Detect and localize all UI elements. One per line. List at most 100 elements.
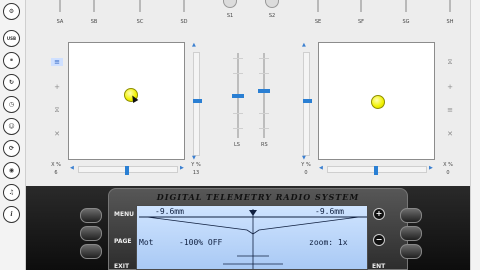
switch-lever xyxy=(139,0,141,12)
left-radio-button-1[interactable] xyxy=(80,208,102,223)
switch-lever xyxy=(360,0,362,12)
info-glyph: i xyxy=(10,211,13,218)
lcd-trim-right: -9.6mm xyxy=(315,207,344,216)
refresh-icon[interactable]: ⟳ xyxy=(3,140,20,157)
camera-glyph: ◉ xyxy=(8,167,15,174)
usb-icon[interactable]: USB xyxy=(3,30,20,47)
page-button[interactable]: PAGE xyxy=(114,238,132,245)
slider-tick xyxy=(233,58,243,59)
hold-stick-icon[interactable]: ⧖ xyxy=(51,106,63,115)
right-stick-mode-icon[interactable]: ≡ xyxy=(444,106,456,114)
center-stick-icon[interactable]: + xyxy=(51,83,63,91)
mixer-icon[interactable]: ⚭ xyxy=(3,52,20,69)
rs-slider-knob[interactable] xyxy=(258,89,270,94)
refresh-glyph: ⟳ xyxy=(8,145,15,152)
switch-se[interactable]: SE xyxy=(308,0,328,30)
right-vertical-trim-knob[interactable] xyxy=(303,99,312,103)
plus-button[interactable]: + xyxy=(373,208,385,220)
left-radio-button-2[interactable] xyxy=(80,226,102,241)
right-cross-stick-icon[interactable]: ✕ xyxy=(444,130,456,138)
switch-lever xyxy=(59,0,61,12)
left-horizontal-trim-knob[interactable] xyxy=(125,166,129,175)
settings-wheel-icon[interactable]: ⚙ xyxy=(3,3,20,20)
lcd-percent: -100% OFF xyxy=(179,238,223,247)
right-x-label: X % xyxy=(443,162,453,168)
ls-slider-knob[interactable] xyxy=(232,93,244,98)
switch-lever xyxy=(449,0,451,12)
right-radio-button-3[interactable] xyxy=(400,244,422,259)
rs-label: RS xyxy=(261,142,268,148)
left-x-label: X % xyxy=(51,162,61,168)
pot-s2-knob[interactable] xyxy=(265,0,279,8)
settings-wheel-glyph: ⚙ xyxy=(8,8,15,15)
rs-slider[interactable] xyxy=(258,53,270,138)
ls-slider[interactable] xyxy=(232,53,244,138)
left-toolbar: ⚙ USB ⚭ ↻ ◷ ☺ ⟳ ◉ ♫ i xyxy=(0,0,26,270)
slider-tick xyxy=(259,128,269,129)
right-stick-ball[interactable] xyxy=(370,94,385,109)
exit-button[interactable]: EXIT xyxy=(114,263,129,270)
switch-sb[interactable]: SB xyxy=(84,0,104,30)
right-trim-down-arrow[interactable]: ▼ xyxy=(302,155,306,161)
right-center-stick-icon[interactable]: + xyxy=(444,83,456,91)
slider-tick xyxy=(259,113,269,114)
right-edge-panel xyxy=(470,0,480,270)
lcd-mot: Mot xyxy=(139,238,154,247)
right-y-label: Y % xyxy=(301,162,311,168)
left-vertical-trim-knob[interactable] xyxy=(193,99,202,103)
slider-tick xyxy=(233,73,243,74)
slider-tick xyxy=(259,58,269,59)
right-radio-button-1[interactable] xyxy=(400,208,422,223)
right-stick-pad[interactable] xyxy=(318,42,435,160)
lcd-trim-left: -9.6mm xyxy=(155,207,184,216)
right-radio-button-2[interactable] xyxy=(400,226,422,241)
rs-slider-track xyxy=(263,53,265,138)
stick-mode-icon[interactable]: ≡ xyxy=(51,58,63,66)
model-icon[interactable]: ☺ xyxy=(3,118,20,135)
timer-icon[interactable]: ◷ xyxy=(3,96,20,113)
sound-glyph: ♫ xyxy=(8,189,15,196)
left-stick-pad[interactable] xyxy=(68,42,185,160)
switch-sf[interactable]: SF xyxy=(351,0,371,30)
right-y-value: 0 xyxy=(304,170,308,176)
switch-sa[interactable]: SA xyxy=(50,0,70,30)
switch-lever xyxy=(93,0,95,12)
right-trim-left-arrow[interactable]: ◀ xyxy=(319,165,323,171)
switch-sc[interactable]: SC xyxy=(130,0,150,30)
switch-label: SA xyxy=(56,19,64,25)
left-vertical-trim[interactable] xyxy=(193,52,202,156)
left-horizontal-trim[interactable] xyxy=(78,166,178,175)
servo-icon[interactable]: ↻ xyxy=(3,74,20,91)
switch-label: SF xyxy=(357,19,365,25)
ent-button[interactable]: ENT xyxy=(372,263,385,270)
telemetry-lcd: -9.6mm -9.6mm Mot -100% OFF zoom: 1x xyxy=(136,205,368,270)
left-radio-button-3[interactable] xyxy=(80,244,102,259)
left-trim-left-arrow[interactable]: ◀ xyxy=(70,165,74,171)
switch-sd[interactable]: SD xyxy=(174,0,194,30)
menu-button[interactable]: MENU xyxy=(114,211,134,218)
switch-label: SH xyxy=(446,19,454,25)
pot-s1-label: S1 xyxy=(226,13,234,19)
info-icon[interactable]: i xyxy=(3,206,20,223)
slider-tick xyxy=(259,73,269,74)
switch-sh[interactable]: SH xyxy=(440,0,460,30)
left-trim-right-arrow[interactable]: ▶ xyxy=(180,165,184,171)
switch-sg[interactable]: SG xyxy=(396,0,416,30)
right-horizontal-trim-knob[interactable] xyxy=(374,166,378,175)
right-horizontal-trim[interactable] xyxy=(327,166,427,175)
sound-icon[interactable]: ♫ xyxy=(3,184,20,201)
right-trim-up-arrow[interactable]: ▲ xyxy=(302,42,306,48)
switch-label: SD xyxy=(180,19,188,25)
switch-label: SC xyxy=(136,19,144,25)
right-vertical-trim[interactable] xyxy=(303,52,312,156)
minus-button[interactable]: − xyxy=(373,234,385,246)
cross-stick-icon[interactable]: ✕ xyxy=(51,130,63,138)
right-hold-stick-icon[interactable]: ⧖ xyxy=(444,58,456,67)
left-trim-down-arrow[interactable]: ▼ xyxy=(192,155,196,161)
camera-icon[interactable]: ◉ xyxy=(3,162,20,179)
switch-label: SG xyxy=(402,19,410,25)
pot-s1-knob[interactable] xyxy=(223,0,237,8)
right-trim-right-arrow[interactable]: ▶ xyxy=(429,165,433,171)
left-trim-up-arrow[interactable]: ▲ xyxy=(192,42,196,48)
timer-glyph: ◷ xyxy=(8,101,15,108)
